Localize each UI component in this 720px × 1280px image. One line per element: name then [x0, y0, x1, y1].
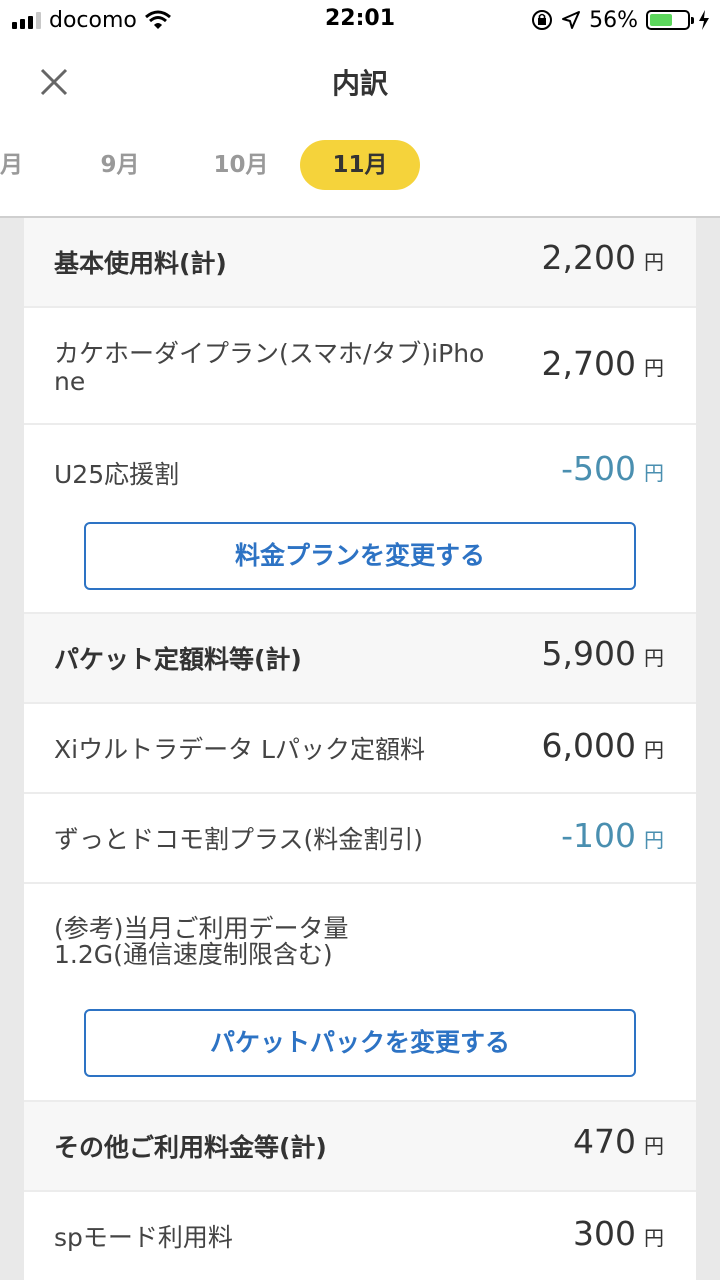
item-amount: 300 円 [573, 1214, 664, 1253]
tab-november[interactable]: 11月 [300, 140, 420, 190]
other-fee-total-amount: 470 円 [573, 1122, 664, 1161]
change-packet-button[interactable]: パケットパックを変更する [84, 1009, 636, 1077]
basic-fee-total-row: 基本使用料(計) 2,200 円 [24, 218, 696, 308]
item-label: ずっとドコモ割プラス(料金割引) [54, 825, 424, 854]
change-plan-button[interactable]: 料金プランを変更する [84, 522, 636, 590]
header: 内訳 月 9月 10月 11月 [0, 40, 720, 218]
tab-september[interactable]: 9月 [90, 140, 150, 190]
basic-fee-total-label: 基本使用料(計) [54, 249, 227, 278]
status-bar: docomo 22:01 56% [0, 0, 720, 40]
rotation-lock-icon [532, 10, 553, 30]
packet-fee-total-row: パケット定額料等(計) 5,900 円 [24, 614, 696, 704]
breakdown-list: 基本使用料(計) 2,200 円 カケホーダイプラン(スマホ/タブ)iPho ne… [24, 218, 696, 1280]
item-amount: -100 円 [561, 816, 664, 855]
charging-icon [699, 10, 709, 30]
list-item: Xiウルトラデータ Lパック定額料 6,000 円 [24, 704, 696, 794]
page-title: 内訳 [331, 67, 388, 100]
item-amount: 2,700 円 [541, 344, 664, 383]
item-label: spモード利用料 [54, 1223, 233, 1252]
packet-fee-total-amount: 5,900 円 [541, 634, 664, 673]
list-item: spモード利用料 300 円 [24, 1192, 696, 1280]
list-item: U25応援割 -500 円 料金プランを変更する [24, 425, 696, 614]
packet-fee-total-label: パケット定額料等(計) [54, 645, 302, 674]
tab-october[interactable]: 10月 [204, 140, 278, 190]
other-fee-total-label: その他ご利用料金等(計) [54, 1133, 327, 1162]
battery-icon [646, 10, 694, 30]
tab-august[interactable]: 月 [0, 140, 23, 190]
basic-fee-total-amount: 2,200 円 [541, 238, 664, 277]
list-item: カケホーダイプラン(スマホ/タブ)iPho ne 2,700 円 [24, 308, 696, 425]
item-label: カケホーダイプラン(スマホ/タブ)iPho ne [54, 339, 485, 396]
location-icon [562, 11, 581, 29]
item-label: U25応援割 [54, 460, 180, 489]
data-usage-note: (参考)当月ご利用データ量 1.2G(通信速度制限含む) [54, 914, 349, 969]
data-usage-row: (参考)当月ご利用データ量 1.2G(通信速度制限含む) パケットパックを変更す… [24, 884, 696, 1102]
battery-percent: 56% [589, 7, 638, 33]
other-fee-total-row: その他ご利用料金等(計) 470 円 [24, 1102, 696, 1192]
item-label: Xiウルトラデータ Lパック定額料 [54, 735, 425, 764]
list-item: ずっとドコモ割プラス(料金割引) -100 円 [24, 794, 696, 884]
item-amount: 6,000 円 [541, 726, 664, 765]
item-amount: -500 円 [561, 449, 664, 488]
